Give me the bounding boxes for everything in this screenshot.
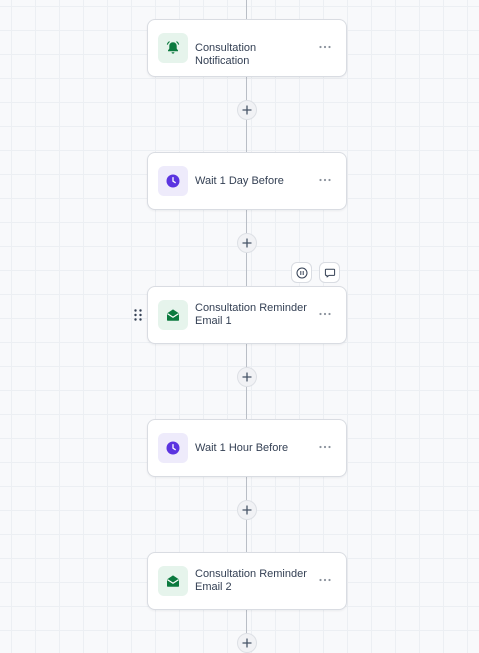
more-options-button[interactable]	[318, 573, 332, 587]
workflow-step-wait[interactable]: Wait 1 Day Before	[147, 152, 347, 210]
clock-icon	[166, 174, 180, 188]
workflow-canvas: Consultation Notification Wait 1 Day Bef…	[0, 0, 479, 653]
mail-open-icon	[167, 575, 179, 587]
more-options-button[interactable]	[318, 440, 332, 454]
workflow-step-email[interactable]: Consultation Reminder Email 1	[147, 286, 347, 344]
more-options-button[interactable]	[318, 307, 332, 321]
add-step-button[interactable]	[237, 500, 257, 520]
more-horizontal-icon	[319, 578, 331, 582]
workflow-step-notification[interactable]: Consultation Notification	[147, 19, 347, 77]
plus-icon	[242, 238, 252, 248]
bell-icon	[166, 41, 180, 54]
plus-icon	[242, 105, 252, 115]
workflow-step-wait[interactable]: Wait 1 Hour Before	[147, 419, 347, 477]
add-step-button[interactable]	[237, 233, 257, 253]
comment-step-button[interactable]	[319, 262, 340, 283]
clock-icon	[166, 441, 180, 455]
workflow-step-email[interactable]: Consultation Reminder Email 2	[147, 552, 347, 610]
add-step-button[interactable]	[237, 100, 257, 120]
step-label: Consultation Notification	[195, 42, 257, 67]
step-label: Wait 1 Hour Before	[195, 442, 289, 454]
more-options-button[interactable]	[318, 173, 332, 187]
step-label: Consultation Reminder Email 2	[195, 568, 307, 593]
more-horizontal-icon	[319, 445, 331, 449]
plus-icon	[242, 505, 252, 515]
connector-line	[246, 0, 247, 20]
mail-open-icon	[167, 309, 179, 321]
node-icon-container	[158, 33, 188, 63]
plus-icon	[242, 372, 252, 382]
drag-handle[interactable]	[133, 308, 143, 322]
more-horizontal-icon	[319, 312, 331, 316]
more-options-button[interactable]	[318, 40, 332, 54]
node-icon-container	[158, 566, 188, 596]
pause-icon	[296, 267, 307, 278]
drag-handle-icon	[134, 309, 142, 321]
step-label: Wait 1 Day Before	[195, 175, 284, 187]
node-icon-container	[158, 166, 188, 196]
pause-step-button[interactable]	[291, 262, 312, 283]
node-icon-container	[158, 300, 188, 330]
add-step-button[interactable]	[237, 633, 257, 653]
more-horizontal-icon	[319, 178, 331, 182]
node-icon-container	[158, 433, 188, 463]
more-horizontal-icon	[319, 45, 331, 49]
step-label: Consultation Reminder Email 1	[195, 302, 307, 327]
comment-icon	[324, 268, 335, 277]
add-step-button[interactable]	[237, 367, 257, 387]
plus-icon	[242, 638, 252, 648]
